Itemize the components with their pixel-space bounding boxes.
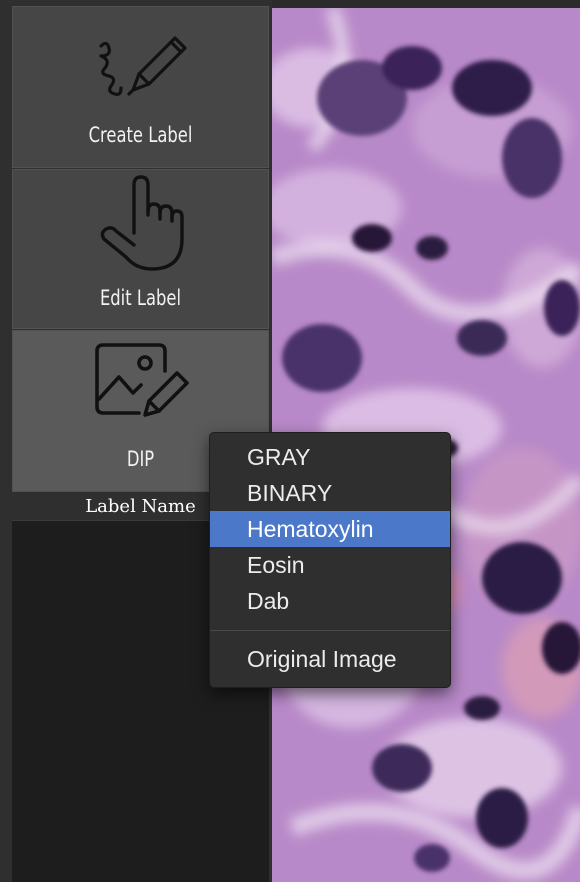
image-edit-icon <box>91 341 191 425</box>
menu-item-dab[interactable]: Dab <box>210 583 450 619</box>
menu-item-eosin[interactable]: Eosin <box>210 547 450 583</box>
dip-context-menu: GRAY BINARY Hematoxylin Eosin Dab Origin… <box>209 432 451 688</box>
create-label-text: Create Label <box>88 123 193 147</box>
menu-item-hematoxylin[interactable]: Hematoxylin <box>210 511 450 547</box>
pen-scribble-icon <box>91 29 191 109</box>
create-label-button[interactable]: Create Label <box>12 6 269 168</box>
edit-label-text: Edit Label <box>99 286 182 310</box>
edit-label-button[interactable]: Edit Label <box>12 169 269 329</box>
menu-separator <box>210 630 450 631</box>
menu-item-gray[interactable]: GRAY <box>210 439 450 475</box>
pointing-hand-icon <box>91 175 191 274</box>
menu-item-binary[interactable]: BINARY <box>210 475 450 511</box>
menu-item-original-image[interactable]: Original Image <box>210 641 450 677</box>
